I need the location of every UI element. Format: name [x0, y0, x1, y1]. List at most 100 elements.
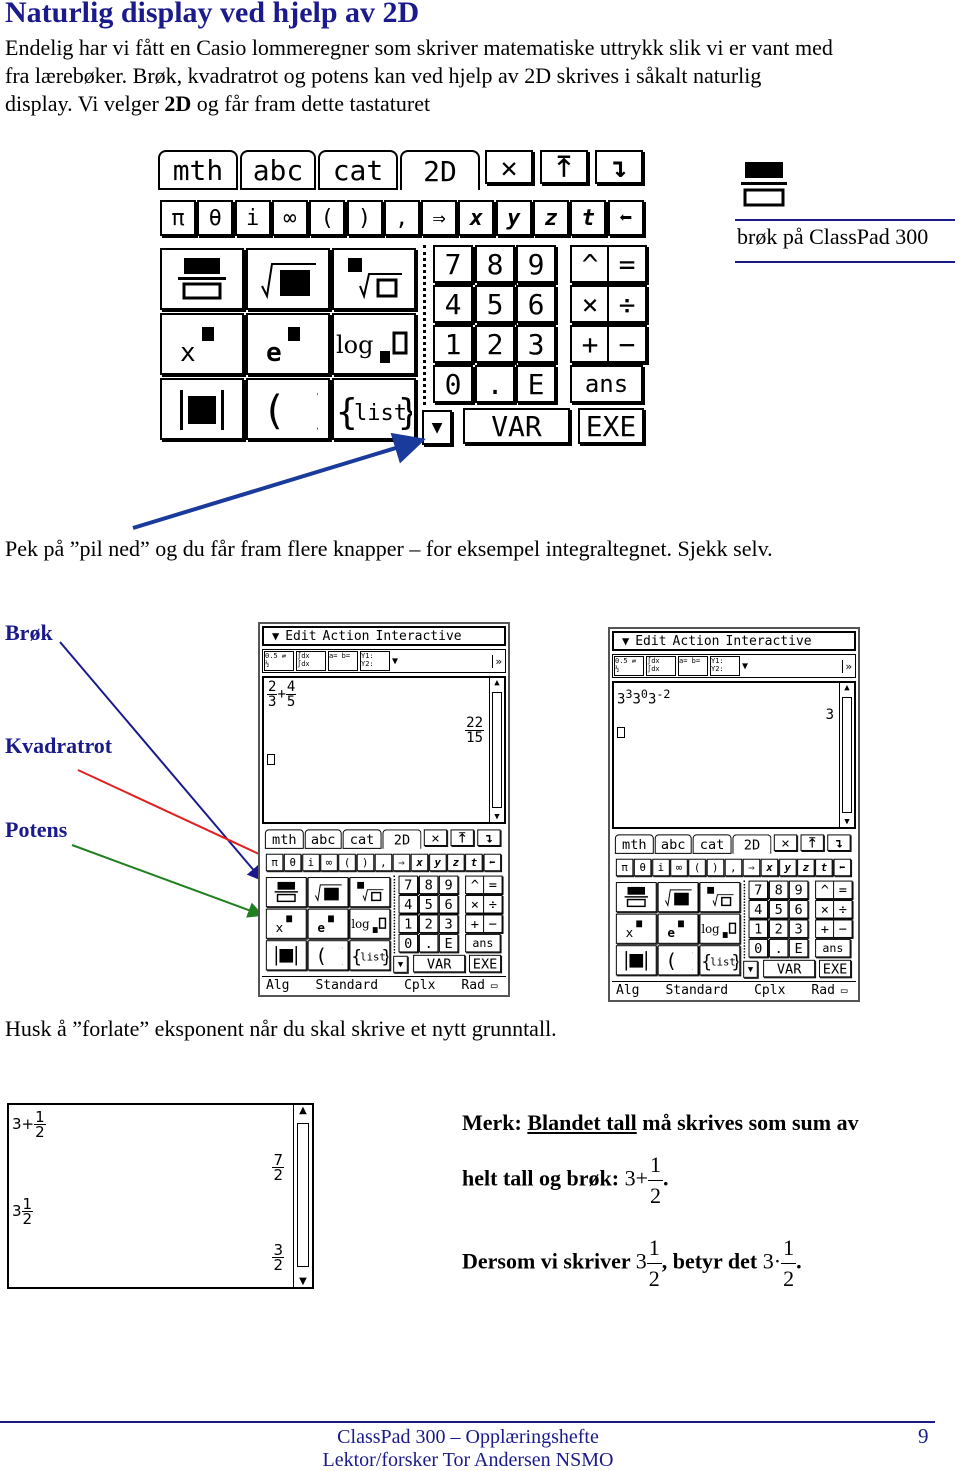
- tab-abc[interactable]: abc: [654, 834, 692, 854]
- scrollbar[interactable]: ▲ ▼: [489, 678, 504, 822]
- cursor-down-icon[interactable]: ↴: [477, 829, 501, 846]
- var-button[interactable]: VAR: [763, 959, 816, 978]
- close-keyboard-icon[interactable]: ✕: [423, 829, 448, 846]
- key-9[interactable]: y: [779, 858, 797, 877]
- key-12[interactable]: ⬅: [833, 858, 851, 877]
- cursor[interactable]: [617, 727, 625, 738]
- key-2[interactable]: i: [302, 853, 320, 872]
- key-2[interactable]: 2: [768, 919, 789, 938]
- key-÷[interactable]: ÷: [483, 895, 503, 914]
- tab-cat[interactable]: cat: [692, 834, 732, 854]
- toolbar-button-2[interactable]: a= b=: [328, 651, 358, 671]
- exp-template-button[interactable]: e: [307, 908, 349, 939]
- key-9[interactable]: 9: [788, 880, 809, 900]
- toolbar-button-3[interactable]: Y1: Y2:: [360, 651, 390, 671]
- key-5[interactable]: 5: [418, 895, 439, 914]
- key-10[interactable]: z: [447, 853, 465, 872]
- menu-icon[interactable]: ▼: [622, 634, 629, 648]
- key-9[interactable]: 9: [438, 875, 459, 895]
- key-5[interactable]: ): [706, 858, 724, 877]
- key-^[interactable]: ^: [465, 875, 485, 895]
- scroll-down-icon[interactable]: ▼: [840, 817, 854, 827]
- key-7[interactable]: 7: [398, 875, 418, 895]
- key-ans[interactable]: ans: [815, 938, 851, 958]
- key-E[interactable]: E: [438, 933, 459, 953]
- sqrt-template-button[interactable]: [307, 877, 349, 908]
- key-3[interactable]: 3: [438, 914, 459, 933]
- menu-action[interactable]: Action: [673, 634, 720, 649]
- abs-template-button[interactable]: [265, 940, 307, 971]
- toolbar-button-1[interactable]: ∫dx ∫dx: [296, 651, 326, 671]
- toolbar-button-0[interactable]: 0.5 ⇄ ½: [264, 651, 294, 671]
- more-keys-icon[interactable]: ▼: [393, 955, 408, 973]
- key-9[interactable]: y: [429, 853, 447, 872]
- key-6[interactable]: 6: [788, 900, 809, 919]
- key-3[interactable]: ∞: [670, 858, 688, 877]
- tab-2d[interactable]: 2D: [382, 829, 422, 849]
- exe-button[interactable]: EXE: [819, 959, 852, 978]
- key-8[interactable]: 8: [768, 880, 789, 900]
- key-0[interactable]: π: [615, 858, 634, 877]
- key-×[interactable]: ×: [465, 895, 485, 914]
- toolbar-more-icon[interactable]: »: [492, 654, 504, 668]
- abs-template-button[interactable]: [615, 945, 657, 976]
- nth-root-template-button[interactable]: [699, 882, 741, 913]
- scroll-up-icon[interactable]: ▲: [294, 1105, 312, 1116]
- key-ans[interactable]: ans: [465, 933, 501, 953]
- key-12[interactable]: ⬅: [483, 853, 501, 872]
- key-0[interactable]: 0: [398, 933, 418, 953]
- toolbar-button-3[interactable]: Y1: Y2:: [710, 656, 740, 676]
- key-2[interactable]: 2: [418, 914, 439, 933]
- scrollbar[interactable]: ▲ ▼: [839, 683, 854, 827]
- key-0[interactable]: 0: [748, 938, 768, 958]
- exe-button[interactable]: EXE: [469, 954, 502, 973]
- tab-cat[interactable]: cat: [342, 829, 382, 849]
- toolbar-button-1[interactable]: ∫dx ∫dx: [646, 656, 676, 676]
- key-3[interactable]: 3: [788, 919, 809, 938]
- key-E[interactable]: E: [788, 938, 809, 958]
- key-5[interactable]: ): [356, 853, 374, 872]
- parentheses-template-button[interactable]: ( ): [657, 945, 699, 976]
- toolbar-more-icon[interactable]: »: [842, 659, 854, 673]
- more-keys-icon[interactable]: ▼: [743, 960, 758, 978]
- power-template-button[interactable]: x: [615, 913, 657, 944]
- tab-mth[interactable]: mth: [614, 834, 654, 854]
- list-template-button[interactable]: {list}: [699, 945, 741, 976]
- key-6[interactable]: ,: [374, 853, 393, 872]
- key-7[interactable]: 7: [748, 880, 768, 900]
- cursor-up-icon[interactable]: ⤒: [450, 829, 474, 846]
- key-÷[interactable]: ÷: [833, 900, 853, 919]
- key-4[interactable]: 4: [398, 895, 418, 914]
- scroll-up-icon[interactable]: ▲: [490, 678, 504, 688]
- toolbar-button-2[interactable]: a= b=: [678, 656, 708, 676]
- nth-root-template-button[interactable]: [349, 877, 391, 908]
- log-base-template-button[interactable]: log: [699, 913, 741, 944]
- scroll-down-icon[interactable]: ▼: [490, 812, 504, 822]
- scrollbar[interactable]: ▲ ▼: [293, 1105, 312, 1287]
- cursor-down-icon[interactable]: ↴: [827, 834, 851, 851]
- key-4[interactable]: (: [338, 853, 356, 872]
- power-template-button[interactable]: x: [265, 908, 307, 939]
- toolbar-button-0[interactable]: 0.5 ⇄ ½: [614, 656, 644, 676]
- key-1[interactable]: θ: [633, 858, 652, 877]
- key-4[interactable]: 4: [748, 900, 768, 919]
- key-8[interactable]: x: [410, 853, 429, 872]
- fraction-template-button[interactable]: [265, 877, 307, 908]
- key-3[interactable]: ∞: [320, 853, 338, 872]
- cursor[interactable]: [267, 754, 275, 765]
- menu-interactive[interactable]: Interactive: [376, 629, 462, 644]
- scroll-thumb[interactable]: [842, 697, 852, 813]
- menu-action[interactable]: Action: [323, 629, 370, 644]
- key-4[interactable]: (: [688, 858, 706, 877]
- list-template-button[interactable]: {list}: [349, 940, 391, 971]
- key-6[interactable]: 6: [438, 895, 459, 914]
- sqrt-template-button[interactable]: [657, 882, 699, 913]
- key-1[interactable]: 1: [748, 919, 768, 938]
- scroll-up-icon[interactable]: ▲: [840, 683, 854, 693]
- key-+[interactable]: +: [815, 919, 835, 938]
- tab-abc[interactable]: abc: [304, 829, 342, 849]
- key-×[interactable]: ×: [815, 900, 835, 919]
- tab-2d[interactable]: 2D: [732, 834, 772, 854]
- key-=[interactable]: =: [483, 875, 503, 895]
- key-7[interactable]: ⇒: [742, 858, 761, 877]
